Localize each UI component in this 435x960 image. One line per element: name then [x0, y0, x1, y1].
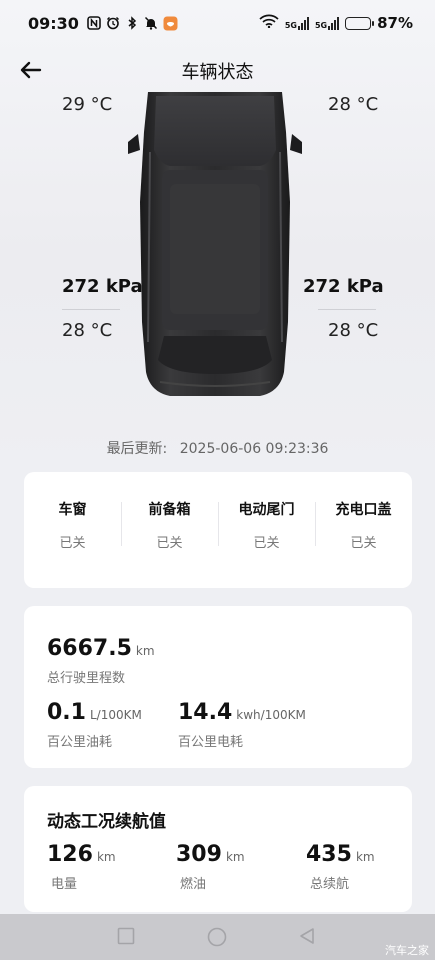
signal-icon: 5G — [284, 16, 309, 30]
fuel-consumption: 0.1 L/100KM 百公里油耗 — [47, 700, 142, 750]
status-item-window: 车窗 已关 — [24, 472, 121, 588]
range-value: 309 — [176, 842, 222, 867]
recent-apps-icon — [117, 927, 135, 945]
app-notification-icon — [163, 16, 178, 31]
status-bar: 09:30 5G 5G 87% — [0, 0, 435, 46]
battery-icon — [345, 16, 375, 30]
status-title: 前备箱 — [148, 502, 191, 518]
rear-left-divider — [62, 309, 120, 310]
total-mileage: 6667.5 km 总行驶里程数 — [47, 636, 155, 686]
range-item-fuel: 309 km 燃油 — [176, 842, 245, 892]
status-title: 车窗 — [58, 502, 87, 518]
back-triangle-icon — [300, 928, 314, 944]
front-right-tire-temp: 28 °C — [328, 94, 379, 115]
total-mileage-label: 总行驶里程数 — [47, 671, 126, 686]
range-unit: km — [225, 850, 245, 864]
page-title: 车辆状态 — [181, 62, 254, 83]
rear-left-tire-pressure: 272 kPa — [62, 276, 143, 297]
status-item-frunk: 前备箱 已关 — [121, 472, 218, 588]
home-icon — [207, 927, 227, 947]
power-consumption-value: 14.4 — [178, 700, 233, 725]
network-type-1: 5G — [284, 20, 297, 30]
status-value: 已关 — [253, 536, 280, 551]
total-mileage-value: 6667.5 — [47, 636, 132, 661]
range-value: 435 — [306, 842, 352, 867]
range-unit: km — [355, 850, 375, 864]
power-consumption-unit: kwh/100KM — [236, 708, 306, 722]
status-value: 已关 — [156, 536, 183, 551]
status-time: 09:30 — [28, 13, 79, 33]
range-label: 总续航 — [310, 877, 350, 892]
power-consumption: 14.4 kwh/100KM 百公里电耗 — [178, 700, 306, 750]
status-icons-left — [87, 16, 178, 31]
fuel-consumption-unit: L/100KM — [89, 708, 142, 722]
last-update-label: 最后更新: — [106, 441, 168, 457]
status-item-tailgate: 电动尾门 已关 — [218, 472, 315, 588]
vehicle-status-card: 车窗 已关 前备箱 已关 电动尾门 已关 充电口盖 已关 — [24, 472, 412, 588]
car-overview: 29 °C 28 °C 272 kPa 272 kPa 28 °C 28 °C — [0, 92, 435, 432]
rear-right-divider — [318, 309, 376, 310]
range-label: 电量 — [51, 877, 78, 892]
status-title: 充电口盖 — [335, 502, 392, 518]
last-update-timestamp: 2025-06-06 09:23:36 — [179, 441, 329, 457]
car-top-view-image — [128, 92, 302, 396]
network-type-2: 5G — [314, 20, 328, 30]
status-title: 电动尾门 — [238, 502, 295, 518]
range-value: 126 — [47, 842, 93, 867]
front-left-tire-temp: 29 °C — [62, 94, 113, 115]
status-value: 已关 — [350, 536, 377, 551]
fuel-consumption-label: 百公里油耗 — [47, 735, 113, 750]
wifi-icon — [259, 14, 279, 32]
mileage-card: 6667.5 km 总行驶里程数 0.1 L/100KM 百公里油耗 14.4 kwh… — [24, 606, 412, 768]
power-consumption-label: 百公里电耗 — [178, 735, 244, 750]
range-unit: km — [96, 850, 116, 864]
range-title: 动态工况续航值 — [47, 812, 166, 832]
status-value: 已关 — [59, 536, 86, 551]
alarm-icon — [106, 16, 121, 31]
fuel-consumption-value: 0.1 — [47, 700, 86, 725]
header: 车辆状态 — [0, 48, 435, 92]
battery-percent: 87% — [377, 14, 413, 32]
watermark: 汽车之家 — [385, 944, 429, 957]
total-mileage-unit: km — [135, 644, 155, 658]
range-card: 动态工况续航值 126 km 电量 309 km 燃油 435 km 总续航 — [24, 786, 412, 912]
range-label: 燃油 — [180, 877, 207, 892]
rear-left-tire-temp: 28 °C — [62, 320, 113, 341]
last-update: 最后更新: 2025-06-06 09:23:36 — [0, 438, 435, 458]
recent-apps-button[interactable] — [117, 927, 137, 947]
status-icons-right: 5G 5G 87% — [259, 14, 413, 32]
back-nav-button[interactable] — [298, 927, 318, 947]
mute-icon — [144, 16, 159, 31]
rear-right-tire-pressure: 272 kPa — [303, 276, 384, 297]
bluetooth-icon — [125, 16, 140, 31]
range-item-total: 435 km 总续航 — [306, 842, 375, 892]
status-item-charge-port: 充电口盖 已关 — [315, 472, 412, 588]
rear-right-tire-temp: 28 °C — [328, 320, 379, 341]
home-button[interactable] — [207, 927, 227, 947]
range-item-electric: 126 km 电量 — [47, 842, 116, 892]
nfc-icon — [87, 16, 102, 31]
signal-icon-2: 5G — [314, 16, 340, 30]
system-nav-bar: 汽车之家 — [0, 914, 435, 960]
